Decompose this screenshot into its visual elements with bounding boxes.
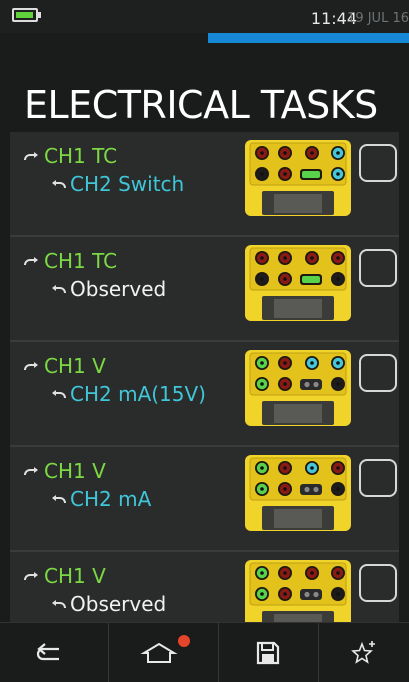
task-channel2: Observed xyxy=(50,592,166,616)
page-header: ELECTRICAL TASKS xyxy=(0,43,409,131)
arrow-out-icon xyxy=(24,253,44,272)
arrow-in-icon xyxy=(50,176,70,195)
arrow-in-icon xyxy=(50,491,70,510)
arrow-out-icon xyxy=(24,358,44,377)
task-checkbox[interactable] xyxy=(359,354,397,392)
back-icon xyxy=(36,642,59,660)
task-row[interactable]: CH1 TC CH2 Switch xyxy=(10,132,399,237)
task-channel2: CH2 mA xyxy=(50,487,151,511)
task-channel1-label: CH1 V xyxy=(44,354,106,378)
task-channel1-label: CH1 V xyxy=(44,459,106,483)
star-plus-icon xyxy=(350,640,375,664)
task-channel1: CH1 TC xyxy=(24,144,117,168)
task-row[interactable]: CH1 TC Observed xyxy=(10,237,399,342)
task-checkbox[interactable] xyxy=(359,144,397,182)
task-channel2-label: Observed xyxy=(70,277,167,301)
task-checkbox[interactable] xyxy=(359,564,397,602)
arrow-out-icon xyxy=(24,463,44,482)
task-channel1: CH1 TC xyxy=(24,249,117,273)
task-checkbox[interactable] xyxy=(359,249,397,287)
task-channel2-label: CH2 Switch xyxy=(70,172,185,196)
home-icon xyxy=(140,642,178,663)
terminal-diagram xyxy=(244,349,352,427)
arrow-in-icon xyxy=(50,386,70,405)
terminal-diagram xyxy=(244,139,352,217)
terminal-diagram xyxy=(244,559,352,622)
task-checkbox[interactable] xyxy=(359,459,397,497)
terminal-diagram xyxy=(244,454,352,532)
task-channel1: CH1 V xyxy=(24,354,106,378)
task-channel2-label: CH2 mA(15V) xyxy=(70,382,206,406)
arrow-in-icon xyxy=(50,596,70,615)
task-channel1-label: CH1 TC xyxy=(44,144,118,168)
save-icon xyxy=(256,641,280,664)
progress-bar xyxy=(208,33,409,43)
favorite-button[interactable] xyxy=(318,623,409,682)
task-row[interactable]: CH1 V CH2 mA xyxy=(10,447,399,552)
task-channel2-label: Observed xyxy=(70,592,167,616)
date: 19 JUL 16 xyxy=(347,11,409,26)
task-channel1: CH1 V xyxy=(24,564,106,588)
task-channel2: Observed xyxy=(50,277,166,301)
task-channel1: CH1 V xyxy=(24,459,106,483)
terminal-diagram xyxy=(244,244,352,322)
task-row[interactable]: CH1 V Observed xyxy=(10,552,399,622)
task-channel1-label: CH1 V xyxy=(44,564,106,588)
home-button[interactable] xyxy=(109,623,209,682)
arrow-out-icon xyxy=(24,148,44,167)
notification-dot xyxy=(178,635,190,647)
status-bar: 11:44 19 JUL 16 xyxy=(0,0,409,33)
task-channel2: CH2 Switch xyxy=(50,172,184,196)
arrow-in-icon xyxy=(50,281,70,300)
task-channel1-label: CH1 TC xyxy=(44,249,118,273)
task-channel2-label: CH2 mA xyxy=(70,487,152,511)
back-button[interactable] xyxy=(0,623,100,682)
save-button[interactable] xyxy=(218,623,318,682)
bottom-toolbar xyxy=(0,622,409,682)
task-list[interactable]: CH1 TC CH2 Switch CH1 TC Observed CH1 V … xyxy=(10,132,399,622)
battery-icon xyxy=(12,8,38,22)
page-title: ELECTRICAL TASKS xyxy=(24,83,378,127)
task-channel2: CH2 mA(15V) xyxy=(50,382,206,406)
arrow-out-icon xyxy=(24,568,44,587)
task-row[interactable]: CH1 V CH2 mA(15V) xyxy=(10,342,399,447)
